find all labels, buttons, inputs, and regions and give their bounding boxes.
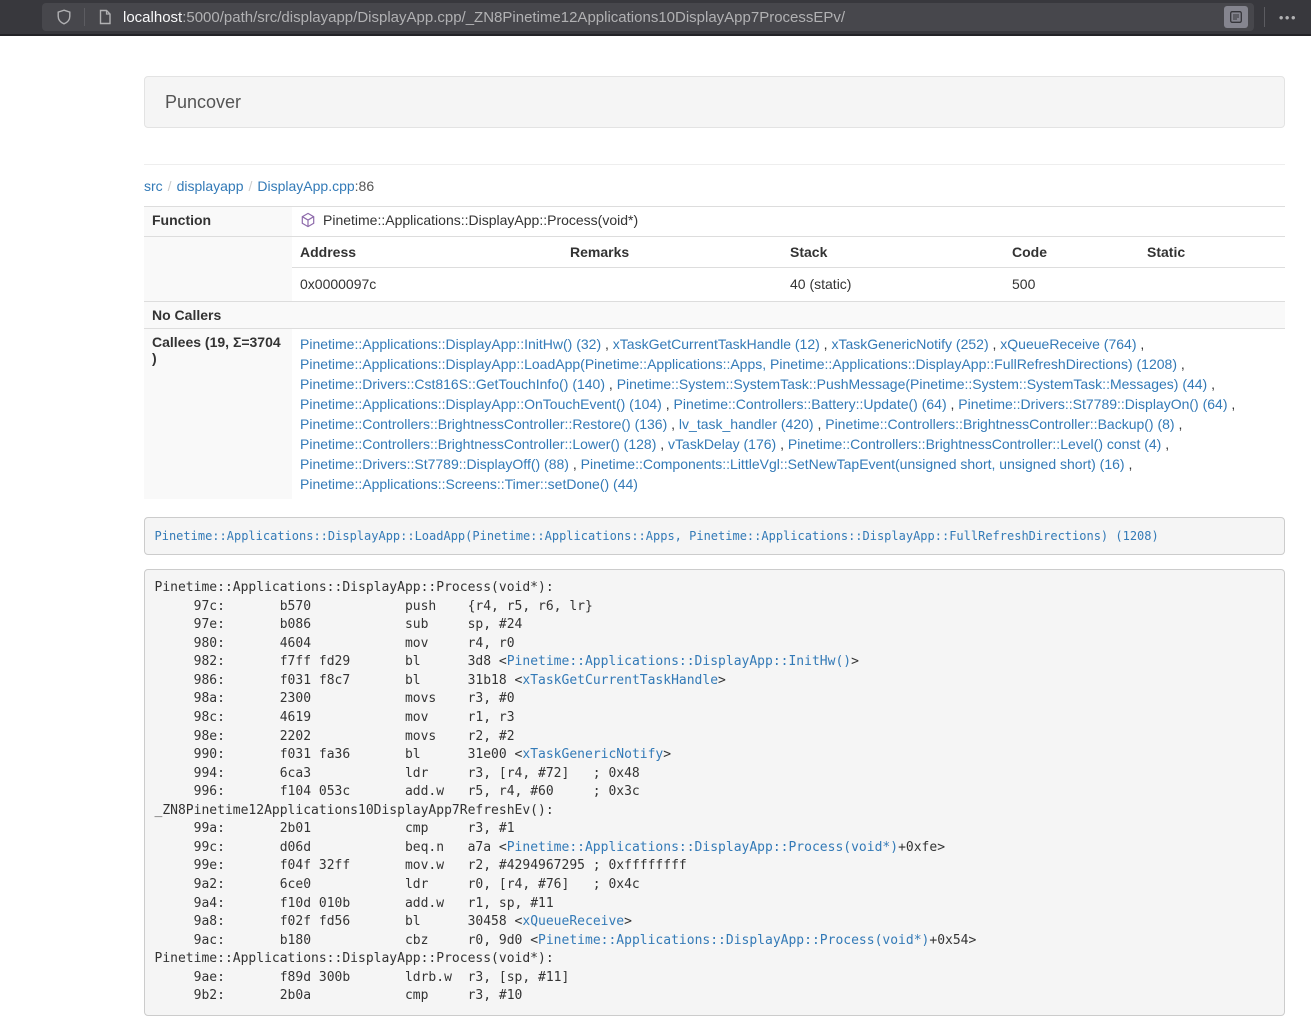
breadcrumb-link-src[interactable]: src [144, 178, 163, 194]
breadcrumb-line-number: :86 [355, 178, 374, 194]
callee-link[interactable]: lv_task_handler (420) [679, 416, 814, 432]
callee-separator: , [1161, 436, 1169, 452]
url-path: :5000/path/src/displayapp/DisplayApp.cpp… [182, 9, 845, 26]
callee-link[interactable]: Pinetime::Applications::DisplayApp::Init… [300, 336, 601, 352]
app-header: Puncover [144, 76, 1285, 128]
address-value: 0x0000097c [292, 268, 562, 302]
callee-link[interactable]: Pinetime::Applications::Screens::Timer::… [300, 476, 638, 492]
table-row-callees: Callees (19, Σ=3704 ) Pinetime::Applicat… [144, 329, 1285, 500]
code-value: 500 [1004, 268, 1139, 302]
stack-value: 40 (static) [782, 268, 1004, 302]
callee-link[interactable]: Pinetime::Drivers::Cst816S::GetTouchInfo… [300, 376, 605, 392]
callee-separator: , [776, 436, 788, 452]
callee-separator: , [820, 336, 832, 352]
callee-separator: , [1175, 416, 1183, 432]
callee-link[interactable]: Pinetime::Drivers::St7789::DisplayOff() … [300, 456, 569, 472]
page-icon[interactable] [95, 7, 115, 27]
toolbar-separator [1264, 7, 1265, 27]
urlbar-separator [84, 8, 85, 26]
callee-link[interactable]: Pinetime::Controllers::BrightnessControl… [300, 416, 667, 432]
column-header-stack: Stack [782, 237, 1004, 268]
assembly-symbol-link[interactable]: Pinetime::Applications::DisplayApp::Init… [507, 654, 851, 669]
metrics-label-spacer [144, 237, 292, 302]
assembly-symbol-link[interactable]: Pinetime::Applications::DisplayApp::Proc… [538, 933, 929, 948]
breadcrumb-separator: / [163, 178, 177, 194]
callee-separator: , [1207, 376, 1215, 392]
assembly-symbol-link[interactable]: xQueueReceive [522, 914, 624, 929]
callee-link[interactable]: xTaskGenericNotify (252) [831, 336, 988, 352]
ellipsis-icon: ••• [1279, 10, 1297, 25]
shield-icon[interactable] [54, 7, 74, 27]
assembly-symbol-link[interactable]: Pinetime::Applications::DisplayApp::Proc… [507, 840, 898, 855]
callee-separator: , [1125, 456, 1133, 472]
callee-link[interactable]: Pinetime::System::SystemTask::PushMessag… [617, 376, 1208, 392]
breadcrumb-separator: / [244, 178, 258, 194]
page-content: Puncover src/displayapp/DisplayApp.cpp:8… [144, 76, 1285, 1016]
callee-separator: , [1177, 356, 1185, 372]
callee-link[interactable]: Pinetime::Controllers::BrightnessControl… [825, 416, 1174, 432]
breadcrumb-link-displayapp[interactable]: displayapp [177, 178, 244, 194]
static-value [1139, 268, 1285, 302]
callees-list: Pinetime::Applications::DisplayApp::Init… [292, 329, 1285, 500]
divider [144, 164, 1285, 165]
no-callers-label: No Callers [144, 302, 1285, 329]
assembly-symbol-link[interactable]: xTaskGenericNotify [522, 747, 663, 762]
metrics-header-row: Address Remarks Stack Code Static [292, 237, 1285, 268]
table-row-no-callers: No Callers [144, 302, 1285, 329]
column-header-code: Code [1004, 237, 1139, 268]
callee-separator: , [814, 416, 826, 432]
callee-separator: , [1136, 336, 1144, 352]
callee-separator: , [601, 336, 613, 352]
table-row-function: Function Pinetime::Applications::Display… [144, 207, 1285, 237]
function-name: Pinetime::Applications::DisplayApp::Proc… [323, 212, 638, 228]
callee-link[interactable]: Pinetime::Components::LittleVgl::SetNewT… [581, 456, 1125, 472]
url-text[interactable]: localhost:5000/path/src/displayapp/Displ… [123, 9, 1216, 26]
callee-separator: , [605, 376, 617, 392]
callees-label: Callees (19, Σ=3704 ) [144, 329, 292, 500]
callee-separator: , [662, 396, 674, 412]
url-bar[interactable]: localhost:5000/path/src/displayapp/Displ… [42, 3, 1254, 31]
callee-separator: , [656, 436, 668, 452]
callee-separator: , [989, 336, 1001, 352]
cube-icon [300, 212, 316, 231]
highlighted-symbol-box: Pinetime::Applications::DisplayApp::Load… [144, 517, 1285, 555]
callee-link[interactable]: xQueueReceive (764) [1000, 336, 1136, 352]
function-details-table: Function Pinetime::Applications::Display… [144, 206, 1285, 499]
metrics-table: Address Remarks Stack Code Static 0x0000… [292, 237, 1285, 301]
column-header-address: Address [292, 237, 562, 268]
remarks-value [562, 268, 782, 302]
callee-link[interactable]: Pinetime::Controllers::BrightnessControl… [300, 436, 656, 452]
callee-link[interactable]: xTaskGetCurrentTaskHandle (12) [613, 336, 820, 352]
callee-separator: , [667, 416, 679, 432]
assembly-code: Pinetime::Applications::DisplayApp::Proc… [144, 569, 1285, 1016]
url-host: localhost [123, 9, 182, 26]
metrics-value-row: 0x0000097c 40 (static) 500 [292, 268, 1285, 302]
function-label: Function [144, 207, 292, 237]
assembly-symbol-link[interactable]: xTaskGetCurrentTaskHandle [522, 673, 718, 688]
reader-mode-button[interactable] [1224, 6, 1248, 28]
callee-separator: , [569, 456, 581, 472]
callee-separator: , [1228, 396, 1236, 412]
callee-link[interactable]: Pinetime::Applications::DisplayApp::Load… [300, 356, 1177, 372]
breadcrumb: src/displayapp/DisplayApp.cpp:86 [144, 178, 1285, 194]
callee-link[interactable]: vTaskDelay (176) [668, 436, 776, 452]
browser-toolbar: localhost:5000/path/src/displayapp/Displ… [0, 0, 1311, 36]
callee-link[interactable]: Pinetime::Drivers::St7789::DisplayOn() (… [958, 396, 1227, 412]
column-header-remarks: Remarks [562, 237, 782, 268]
callee-link[interactable]: Pinetime::Controllers::BrightnessControl… [788, 436, 1161, 452]
table-row-metrics: Address Remarks Stack Code Static 0x0000… [144, 237, 1285, 302]
column-header-static: Static [1139, 237, 1285, 268]
breadcrumb-link-file[interactable]: DisplayApp.cpp [257, 178, 354, 194]
callee-link[interactable]: Pinetime::Applications::DisplayApp::OnTo… [300, 396, 662, 412]
highlighted-symbol-link[interactable]: Pinetime::Applications::DisplayApp::Load… [155, 529, 1159, 543]
callee-separator: , [947, 396, 959, 412]
page-title: Puncover [165, 92, 241, 113]
menu-button[interactable]: ••• [1275, 10, 1301, 25]
callee-link[interactable]: Pinetime::Controllers::Battery::Update()… [674, 396, 947, 412]
